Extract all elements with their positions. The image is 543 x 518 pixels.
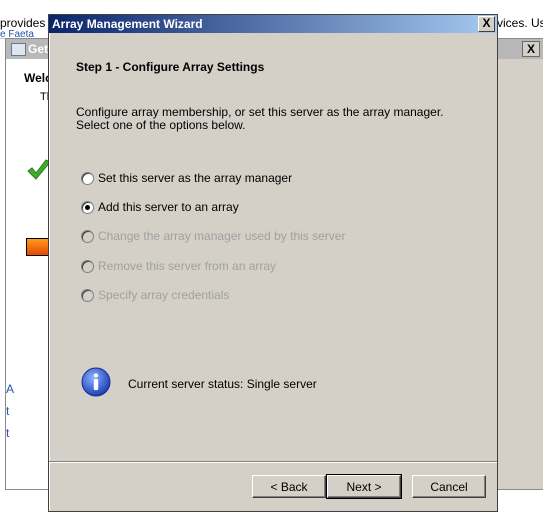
background-close-button[interactable]: X bbox=[522, 41, 540, 57]
option-label[interactable]: Add this server to an array bbox=[98, 200, 239, 214]
dialog-title: Array Management Wizard bbox=[52, 17, 203, 31]
option-label: Change the array manager used by this se… bbox=[98, 229, 346, 243]
option-label: Remove this server from an array bbox=[98, 259, 277, 273]
divider bbox=[49, 461, 497, 463]
background-left-panel bbox=[6, 59, 54, 489]
back-button[interactable]: < Back bbox=[252, 475, 326, 498]
background-link[interactable]: t bbox=[6, 404, 9, 418]
radio-button-disabled bbox=[81, 289, 94, 302]
background-window-title: Get bbox=[28, 42, 49, 56]
server-status-text: Current server status: Single server bbox=[128, 377, 317, 391]
background-link[interactable]: t bbox=[6, 426, 9, 440]
background-text: provides bbox=[0, 16, 46, 30]
cancel-button[interactable]: Cancel bbox=[412, 475, 486, 498]
window-icon bbox=[11, 43, 26, 56]
option-label[interactable]: Set this server as the array manager bbox=[98, 171, 292, 185]
background-text: vices. Use bbox=[497, 16, 543, 30]
array-management-wizard-dialog: Array Management Wizard X Step 1 - Confi… bbox=[48, 14, 498, 512]
radio-button-disabled bbox=[81, 230, 94, 243]
radio-button[interactable] bbox=[81, 172, 94, 185]
background-link[interactable]: A bbox=[6, 382, 14, 396]
step-title: Step 1 - Configure Array Settings bbox=[76, 60, 265, 74]
dialog-titlebar[interactable]: Array Management Wizard X bbox=[49, 15, 497, 33]
info-icon bbox=[81, 367, 111, 397]
instructions-text: Configure array membership, or set this … bbox=[76, 105, 444, 132]
next-button[interactable]: Next > bbox=[326, 474, 402, 499]
option-label: Specify array credentials bbox=[98, 288, 230, 302]
radio-button-disabled bbox=[81, 260, 94, 273]
close-button[interactable]: X bbox=[478, 16, 495, 32]
radio-button-selected[interactable] bbox=[81, 201, 94, 214]
